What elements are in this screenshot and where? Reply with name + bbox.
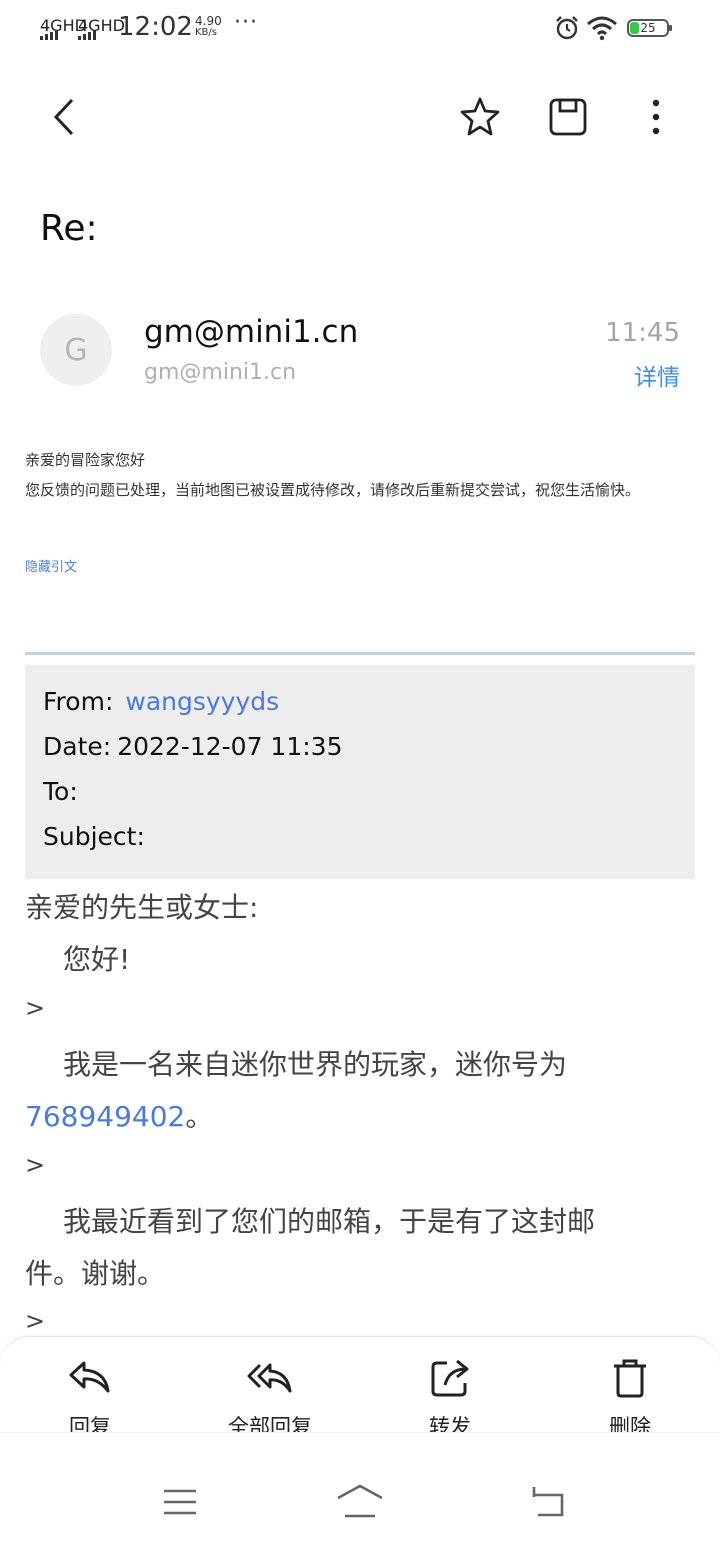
return-icon[interactable] [530,1485,568,1517]
quote-paragraph-1: 我是一名来自迷你世界的玩家，迷你号为 [63,1048,568,1081]
email-time: 11:45 [605,318,680,348]
status-bar: 4GHD 4GHD 12:02 4.90 KB/s ··· 25 [0,0,720,56]
quote-from-row: From: wangsyyyds [43,687,279,716]
menu-icon[interactable] [162,1487,198,1517]
forward-icon [431,1359,469,1397]
quote-hello: 您好! [63,943,131,976]
save-button[interactable] [543,92,593,142]
signal-icon-2: 4GHD [78,16,125,40]
period: 。 [185,1100,214,1133]
star-icon [460,97,500,136]
quote-paragraph-2: 我最近看到了您们的邮箱，于是有了这封邮 [63,1205,596,1238]
status-time: 12:02 [118,12,193,42]
subject-label: Subject: [43,822,145,851]
reply-all-button[interactable]: 全部回复 [200,1337,340,1439]
speed-unit: KB/s [195,27,217,38]
quote-header: From: wangsyyyds Date: 2022-12-07 11:35 To… [25,665,695,879]
mini-id-link[interactable]: 768949402 [25,1100,185,1133]
quote-divider [25,652,695,655]
alarm-icon [556,16,578,40]
battery-icon: 25 [627,19,672,37]
battery-level: 25 [640,21,656,35]
sender-name[interactable]: gm@mini1.cn [144,314,358,350]
from-label: From: [43,687,114,716]
hide-quote-link[interactable]: 隐藏引文 [25,556,77,575]
action-bar: 回复 全部回复 转发 删除 [0,1336,720,1439]
email-subject: Re: [40,208,98,249]
wifi-icon [587,16,617,41]
forward-button[interactable]: 转发 [380,1337,520,1439]
quote-marker-2: > [25,1151,46,1179]
sender-avatar[interactable]: G [40,314,112,386]
delete-button[interactable]: 删除 [560,1337,700,1439]
vertical-more-icon [652,99,660,135]
quote-marker-1: > [25,994,46,1022]
trash-icon [614,1359,646,1398]
network-speed: 4.90 KB/s [195,15,222,39]
star-button[interactable] [455,92,505,142]
quote-date-row: Date: 2022-12-07 11:35 [43,732,342,761]
email-greeting: 亲爱的冒险家您好 [25,451,146,469]
date-label: Date: [43,732,112,761]
quote-paragraph-2-end: 件。谢谢。 [25,1257,166,1290]
date-value: 2022-12-07 11:35 [117,732,343,761]
sender-address: gm@mini1.cn [144,360,297,385]
home-icon[interactable] [335,1483,385,1519]
quote-paragraph-1-end: 768949402。 [25,1095,213,1135]
from-link[interactable]: wangsyyyds [125,687,279,716]
reply-all-icon [247,1363,292,1393]
more-notifications-icon: ··· [234,10,258,35]
back-button[interactable] [40,92,90,142]
reply-icon [69,1361,110,1393]
reply-button[interactable]: 回复 [20,1337,160,1439]
to-label: To: [43,777,78,806]
quote-to-row: To: [43,777,90,806]
details-link[interactable]: 详情 [634,358,680,392]
more-button[interactable] [631,92,681,142]
system-nav-bar [0,1432,720,1545]
quote-salutation: 亲爱的先生或女士: [25,891,259,924]
signal-icon-1: 4GHD [40,16,87,40]
email-message: 您反馈的问题已处理，当前地图已被设置成待修改，请修改后重新提交尝试，祝您生活愉快… [25,481,641,499]
speed-value: 4.90 [195,14,222,28]
floppy-save-icon [549,98,587,136]
quote-marker-3: > [25,1307,46,1335]
quote-subject-row: Subject: [43,822,157,851]
back-arrow-icon [53,98,74,136]
